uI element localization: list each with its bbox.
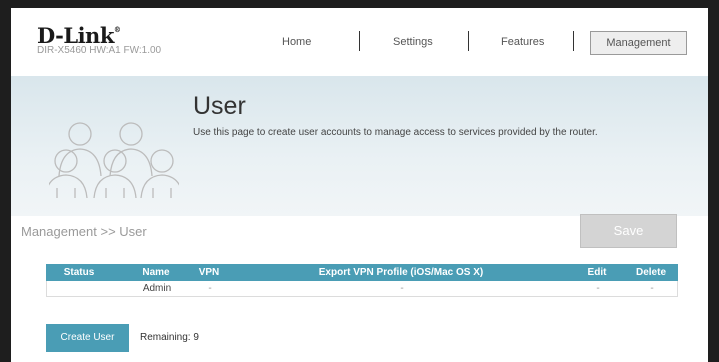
row-vpn: - [208,283,212,294]
nav-management[interactable]: Management [590,31,687,55]
nav-home[interactable]: Home [282,36,311,48]
page-banner: User Use this page to create user accoun… [11,76,708,216]
model-info: DIR-X5460 HW:A1 FW:1.00 [37,45,162,56]
column-header-status: Status [63,267,95,278]
nav-settings[interactable]: Settings [393,36,433,48]
users-icon [44,116,184,203]
nav-separator [468,31,469,51]
breadcrumb: Management >> User [21,224,147,239]
router-admin-window: D-Link® DIR-X5460 HW:A1 FW:1.00 Home Set… [11,8,708,362]
table-row: Admin - - - - [46,281,678,297]
column-header-edit: Edit [587,267,607,278]
nav-features[interactable]: Features [501,36,544,48]
nav-separator [573,31,574,51]
header: D-Link® DIR-X5460 HW:A1 FW:1.00 Home Set… [11,8,708,76]
row-name: Admin [142,283,172,294]
page-description: Use this page to create user accounts to… [193,127,598,138]
row-delete: - [650,283,654,294]
page-title: User [193,92,246,120]
row-edit: - [596,283,600,294]
nav-separator [359,31,360,51]
user-table: Status Name VPN Export VPN Profile (iOS/… [46,264,678,297]
create-user-button[interactable]: Create User [46,324,129,352]
save-button[interactable]: Save [580,214,677,248]
column-header-vpn: VPN [198,267,220,278]
column-header-delete: Delete [635,267,666,278]
row-export-vpn-profile: - [400,283,404,294]
column-header-export-vpn-profile: Export VPN Profile (iOS/Mac OS X) [318,267,484,278]
table-header: Status Name VPN Export VPN Profile (iOS/… [46,264,678,281]
column-header-name: Name [142,267,170,278]
remaining-count: Remaining: 9 [140,332,199,343]
